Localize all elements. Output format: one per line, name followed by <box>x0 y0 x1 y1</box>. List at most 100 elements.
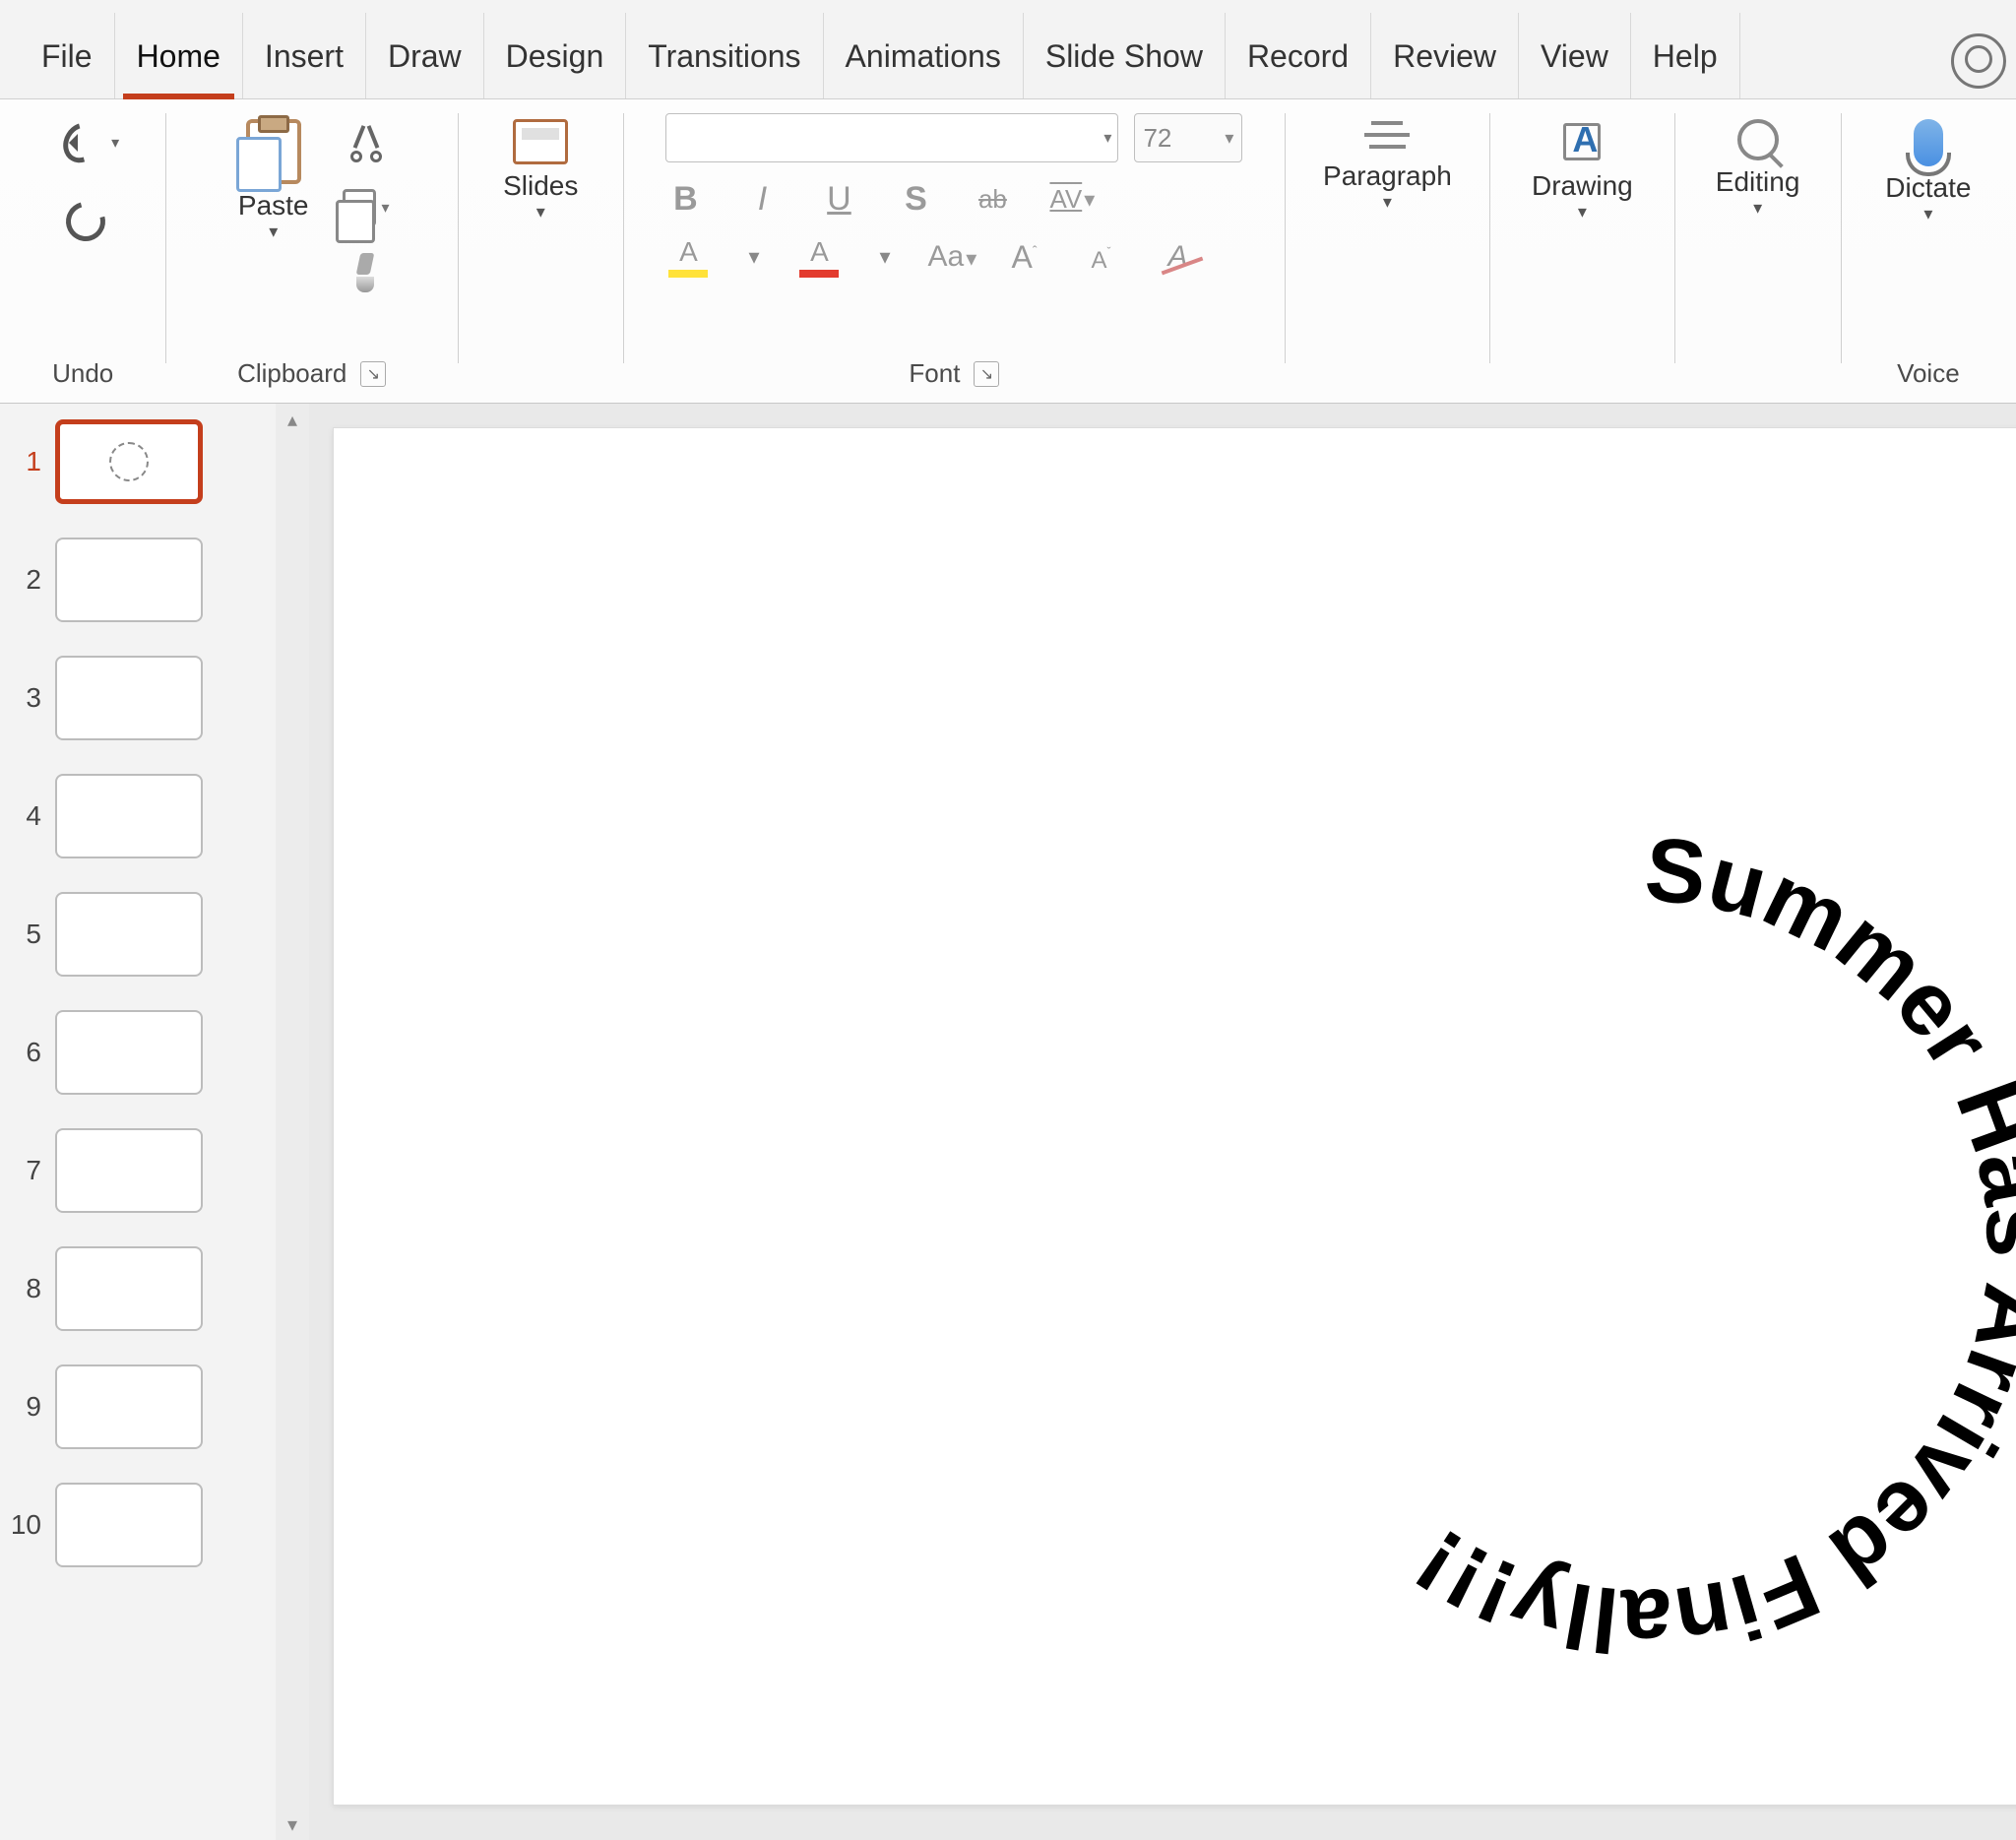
font-size-value: 72 <box>1143 123 1171 154</box>
slides-label: Slides <box>503 170 578 202</box>
ribbon-tabs: File Home Insert Draw Design Transitions… <box>0 0 2016 98</box>
tab-design[interactable]: Design <box>484 13 627 98</box>
thumbnail-scrollbar[interactable]: ▴ ▾ <box>276 404 309 1840</box>
chevron-down-icon: ▾ <box>1103 128 1111 148</box>
dictate-label: Dictate <box>1885 172 1971 204</box>
thumbnail-number: 8 <box>6 1273 41 1304</box>
text-shadow-button[interactable]: S <box>896 180 935 219</box>
paragraph-button[interactable]: Paragraph ▾ <box>1313 113 1462 212</box>
tab-animations[interactable]: Animations <box>824 13 1024 98</box>
chevron-down-icon: ▾ <box>966 246 976 272</box>
slide-icon <box>513 119 568 164</box>
slide-thumbnails: 1 2 3 4 5 6 7 8 9 10 <box>0 404 276 1840</box>
chevron-down-icon: ▾ <box>1753 204 1762 212</box>
slide-canvas[interactable]: Summer Has Arrived Finally!!! <box>333 427 2016 1806</box>
bold-button[interactable]: B <box>665 180 705 219</box>
wordart-circle-text[interactable]: Summer Has Arrived Finally!!! <box>1200 802 2016 1688</box>
thumbnail-number: 3 <box>6 682 41 714</box>
thumbnail[interactable] <box>55 1128 203 1213</box>
font-color-button[interactable]: A <box>796 236 842 278</box>
thumbnail-number: 2 <box>6 564 41 596</box>
thumbnail[interactable] <box>55 892 203 977</box>
thumbnail-row[interactable]: 7 <box>6 1128 203 1213</box>
scroll-down-icon[interactable]: ▾ <box>278 1810 307 1838</box>
cut-button[interactable] <box>337 113 396 172</box>
italic-button[interactable]: I <box>742 180 782 219</box>
tab-insert[interactable]: Insert <box>243 13 366 98</box>
chevron-down-icon: ▾ <box>1923 210 1932 218</box>
shrink-font-button[interactable]: Aˇ <box>1082 238 1121 277</box>
account-icon[interactable] <box>1951 33 2006 89</box>
tab-record[interactable]: Record <box>1226 13 1371 98</box>
tab-transitions[interactable]: Transitions <box>626 13 823 98</box>
slides-button[interactable]: Slides ▾ <box>493 113 588 222</box>
copy-icon <box>343 189 376 226</box>
tab-help[interactable]: Help <box>1631 13 1740 98</box>
chevron-down-icon: ▾ <box>536 208 545 216</box>
char-spacing-button[interactable]: AV ▾ <box>1049 184 1089 215</box>
tab-review[interactable]: Review <box>1371 13 1519 98</box>
dictate-button[interactable]: Dictate ▾ <box>1875 113 1981 223</box>
thumbnail-row[interactable]: 9 <box>6 1364 203 1449</box>
group-undo: ▾ Undo <box>0 99 165 403</box>
underline-button[interactable]: U <box>819 180 858 219</box>
chevron-down-icon[interactable]: ▾ <box>879 244 890 270</box>
thumbnail[interactable] <box>55 1246 203 1331</box>
highlight-color-swatch <box>668 270 708 278</box>
thumbnail-row[interactable]: 4 <box>6 774 203 858</box>
drawing-icon: A <box>1559 119 1605 164</box>
tab-file[interactable]: File <box>20 13 115 98</box>
group-drawing: A Drawing ▾ . <box>1489 99 1674 403</box>
thumbnail[interactable] <box>55 1364 203 1449</box>
group-label-clipboard: Clipboard <box>237 352 386 395</box>
strikethrough-button[interactable]: ab <box>973 184 1012 215</box>
chevron-down-icon: ▾ <box>1383 198 1392 206</box>
grow-font-button[interactable]: Aˆ <box>1005 238 1044 277</box>
tab-view[interactable]: View <box>1519 13 1631 98</box>
thumbnail[interactable] <box>55 419 203 504</box>
copy-button[interactable]: ▾ <box>337 178 396 237</box>
thumbnail[interactable] <box>55 774 203 858</box>
scroll-up-icon[interactable]: ▴ <box>278 406 307 433</box>
font-name-select[interactable]: ▾ <box>665 113 1118 162</box>
thumbnail[interactable] <box>55 538 203 622</box>
drawing-button[interactable]: A Drawing ▾ <box>1522 113 1643 222</box>
font-size-select[interactable]: 72 ▾ <box>1134 113 1242 162</box>
thumbnail-number: 1 <box>6 446 41 477</box>
drawing-label: Drawing <box>1532 170 1633 202</box>
editing-button[interactable]: Editing ▾ <box>1706 113 1810 218</box>
group-label-font: Font <box>909 352 999 395</box>
redo-button[interactable] <box>56 192 115 251</box>
thumbnail-row[interactable]: 5 <box>6 892 203 977</box>
slide-editor[interactable]: Summer Has Arrived Finally!!! <box>309 404 2016 1840</box>
thumbnail[interactable] <box>55 1483 203 1567</box>
undo-button[interactable]: ▾ <box>56 113 119 172</box>
chevron-down-icon[interactable]: ▾ <box>748 244 759 270</box>
tab-draw[interactable]: Draw <box>366 13 484 98</box>
thumbnail[interactable] <box>55 656 203 740</box>
paste-label: Paste <box>238 190 309 222</box>
clear-formatting-button[interactable]: A <box>1159 240 1198 274</box>
paste-button[interactable]: Paste ▾ <box>228 113 319 241</box>
chevron-down-icon: ▾ <box>111 133 119 153</box>
format-painter-button[interactable] <box>337 243 396 302</box>
thumbnail[interactable] <box>55 1010 203 1095</box>
tab-slide-show[interactable]: Slide Show <box>1024 13 1226 98</box>
thumbnail-row[interactable]: 10 <box>6 1483 203 1567</box>
tab-home[interactable]: Home <box>115 13 243 98</box>
group-voice: Dictate ▾ Voice <box>1841 99 2016 403</box>
thumbnail-number: 10 <box>6 1509 41 1541</box>
scissors-icon <box>346 123 386 162</box>
thumbnail-number: 4 <box>6 800 41 832</box>
thumbnail-row[interactable]: 3 <box>6 656 203 740</box>
change-case-button[interactable]: Aa ▾ <box>928 240 968 274</box>
microphone-icon <box>1914 119 1943 166</box>
highlight-color-button[interactable]: A <box>665 236 711 278</box>
thumbnail-row[interactable]: 1 <box>6 419 203 504</box>
thumbnail-row[interactable]: 8 <box>6 1246 203 1331</box>
thumbnail-row[interactable]: 2 <box>6 538 203 622</box>
thumbnail-row[interactable]: 6 <box>6 1010 203 1095</box>
font-dialog-launcher[interactable] <box>974 361 999 387</box>
clipboard-dialog-launcher[interactable] <box>360 361 386 387</box>
thumbnail-number: 9 <box>6 1391 41 1423</box>
